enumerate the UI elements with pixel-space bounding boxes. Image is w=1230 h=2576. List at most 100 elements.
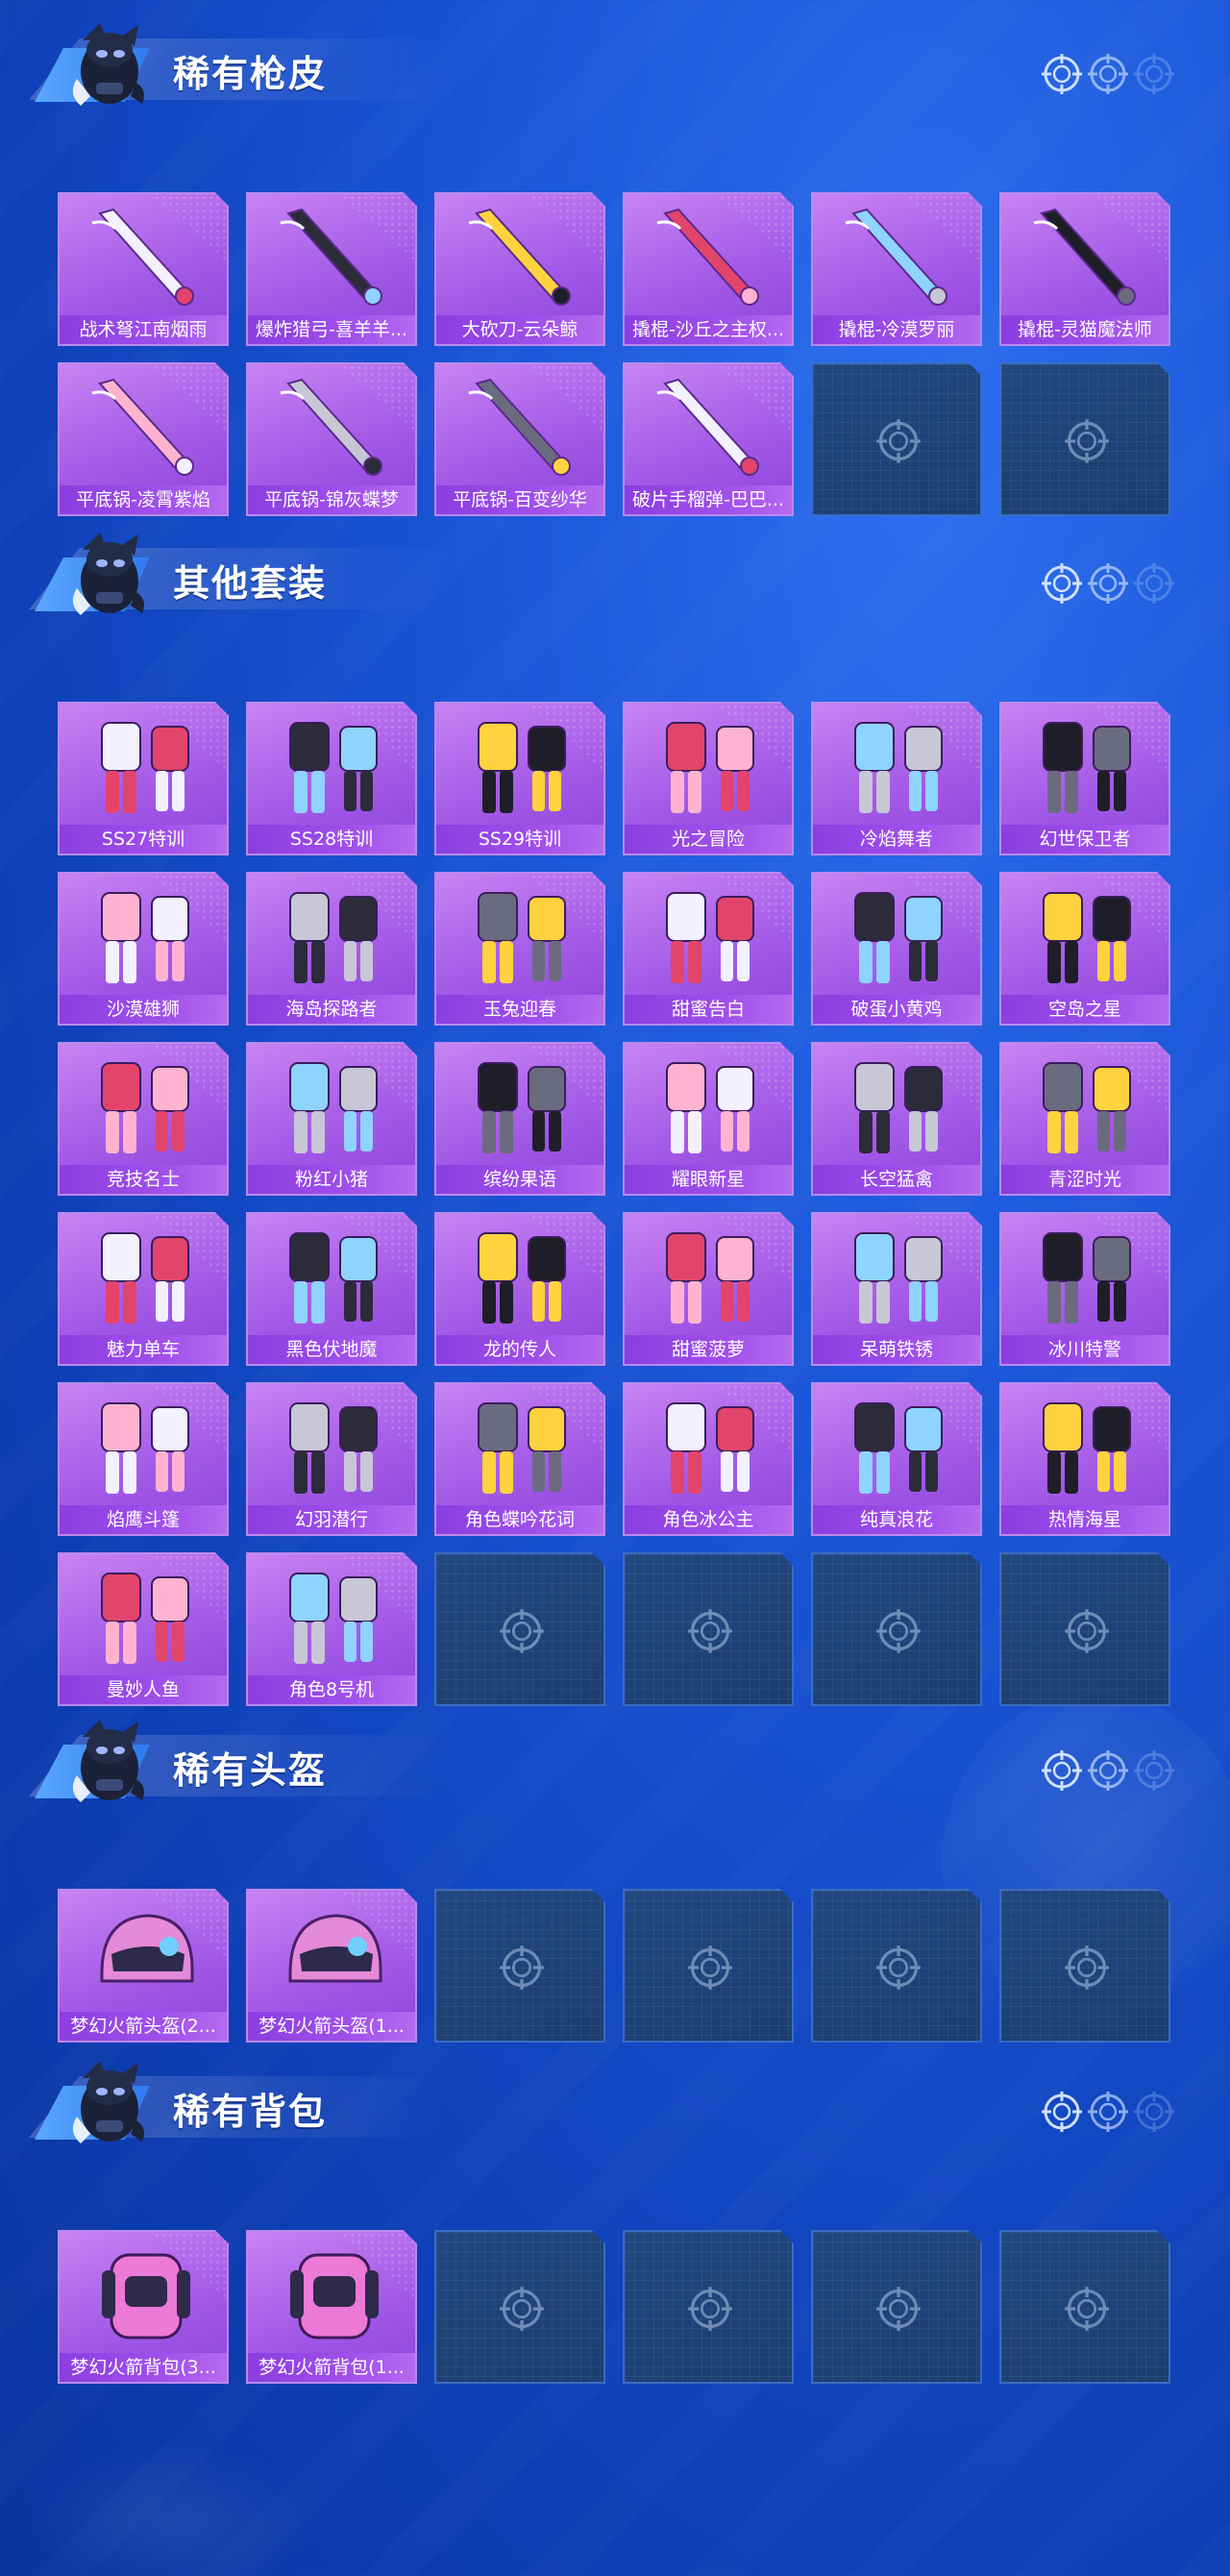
section-pagination xyxy=(1040,2090,1213,2138)
item-card[interactable]: 耀眼新星 xyxy=(623,1042,794,1196)
item-card[interactable]: 甜蜜菠萝 xyxy=(623,1212,794,1366)
weapon-skin-icon xyxy=(468,208,571,306)
outfit-icon xyxy=(101,892,189,983)
empty-slot xyxy=(999,1552,1170,1706)
item-card[interactable]: 玉兔迎春 xyxy=(434,872,605,1026)
item-card[interactable]: 平底锅-锦灰蝶梦 xyxy=(246,362,417,516)
item-card[interactable]: 幻羽潜行 xyxy=(246,1382,417,1536)
item-card[interactable]: 撬棍-灵猫魔法师 xyxy=(999,192,1170,346)
outfit-icon xyxy=(1043,892,1131,983)
item-label: 空岛之星 xyxy=(1001,995,1168,1024)
item-card[interactable]: 长空猛禽 xyxy=(811,1042,982,1196)
reticle-icon xyxy=(1042,563,1082,604)
item-card[interactable]: 黑色伏地魔 xyxy=(246,1212,417,1366)
item-label: 甜蜜菠萝 xyxy=(625,1335,792,1364)
item-label: 梦幻火箭头盔(1... xyxy=(248,2012,415,2041)
item-card[interactable]: 粉红小猪 xyxy=(246,1042,417,1196)
empty-slot xyxy=(434,2230,605,2384)
item-label: 魅力单车 xyxy=(60,1335,227,1364)
item-card[interactable]: 大砍刀-云朵鲸 xyxy=(434,192,605,346)
item-card[interactable]: 平底锅-百变纱华 xyxy=(434,362,605,516)
item-card[interactable]: 梦幻火箭背包(1... xyxy=(246,2230,417,2384)
reticle-icon xyxy=(1088,563,1128,604)
item-card[interactable]: 焰鹰斗篷 xyxy=(58,1382,229,1536)
item-label: 粉红小猪 xyxy=(248,1165,415,1194)
item-card[interactable]: 魅力单车 xyxy=(58,1212,229,1366)
outfit-icon xyxy=(1043,722,1131,813)
item-label: SS28特训 xyxy=(248,825,415,854)
outfit-icon xyxy=(289,892,378,983)
item-card[interactable]: 竞技名士 xyxy=(58,1042,229,1196)
item-card[interactable]: 热情海星 xyxy=(999,1382,1170,1536)
item-card[interactable]: 角色蝶吟花词 xyxy=(434,1382,605,1536)
item-card[interactable]: 破蛋小黄鸡 xyxy=(811,872,982,1026)
item-card[interactable]: 平底锅-凌霄紫焰 xyxy=(58,362,229,516)
item-card[interactable]: 青涩时光 xyxy=(999,1042,1170,1196)
empty-slot xyxy=(623,1889,794,2043)
item-card[interactable]: 冰川特警 xyxy=(999,1212,1170,1366)
item-card[interactable]: 角色冰公主 xyxy=(623,1382,794,1536)
section-pagination xyxy=(1040,52,1213,100)
item-label: 竞技名士 xyxy=(60,1165,227,1194)
weapon-skin-icon xyxy=(91,208,194,306)
item-label: 长空猛禽 xyxy=(813,1165,980,1194)
parachute-decoration xyxy=(29,2441,317,2576)
item-card[interactable]: 撬棍-沙丘之主权... xyxy=(623,192,794,346)
item-label: 焰鹰斗篷 xyxy=(60,1505,227,1534)
weapon-skin-icon xyxy=(91,378,194,476)
item-label: 甜蜜告白 xyxy=(625,995,792,1024)
item-card[interactable]: SS28特训 xyxy=(246,702,417,855)
item-card[interactable]: 幻世保卫者 xyxy=(999,702,1170,855)
item-card[interactable]: 缤纷果语 xyxy=(434,1042,605,1196)
item-card[interactable]: 战术弩江南烟雨 xyxy=(58,192,229,346)
item-grid: 梦幻火箭背包(3... 梦幻火箭背包(1... xyxy=(58,2230,1170,2384)
item-grid: 战术弩江南烟雨 爆炸猎弓-喜羊羊... 大砍刀-云朵鲸 撬棍-沙丘之主权... 撬棍-冷… xyxy=(58,192,1170,516)
item-label: SS27特训 xyxy=(60,825,227,854)
item-label: 耀眼新星 xyxy=(625,1165,792,1194)
section-title: 稀有枪皮 xyxy=(173,53,328,95)
outfit-icon xyxy=(101,1402,189,1494)
mascot-icon xyxy=(72,533,144,615)
crosshair-icon xyxy=(500,2287,544,2331)
outfit-icon xyxy=(854,1402,943,1494)
reticle-icon xyxy=(1134,2092,1174,2132)
crosshair-icon xyxy=(500,1609,544,1653)
item-card[interactable]: SS29特训 xyxy=(434,702,605,855)
item-card[interactable]: 梦幻火箭背包(3... xyxy=(58,2230,229,2384)
item-card[interactable]: 曼妙人鱼 xyxy=(58,1552,229,1706)
item-card[interactable]: 爆炸猎弓-喜羊羊... xyxy=(246,192,417,346)
item-label: SS29特训 xyxy=(436,825,603,854)
crosshair-icon xyxy=(876,1945,921,1990)
item-card[interactable]: 角色8号机 xyxy=(246,1552,417,1706)
outfit-icon xyxy=(289,1232,378,1324)
item-card[interactable]: 梦幻火箭头盔(2... xyxy=(58,1889,229,2043)
item-card[interactable]: 光之冒险 xyxy=(623,702,794,855)
item-card[interactable]: 撬棍-冷漠罗丽 xyxy=(811,192,982,346)
outfit-icon xyxy=(289,722,378,813)
item-label: 光之冒险 xyxy=(625,825,792,854)
outfit-icon xyxy=(1043,1402,1131,1494)
reticle-icon xyxy=(1088,2092,1128,2132)
empty-slot xyxy=(811,2230,982,2384)
item-label: 撬棍-沙丘之主权... xyxy=(625,315,792,344)
item-card[interactable]: 沙漠雄狮 xyxy=(58,872,229,1026)
outfit-icon xyxy=(289,1402,378,1494)
item-card[interactable]: 呆萌铁锈 xyxy=(811,1212,982,1366)
section-4: 稀有背包 梦幻火箭背包(3... 梦幻火箭背包(1... xyxy=(0,2038,1230,2400)
item-label: 幻世保卫者 xyxy=(1001,825,1168,854)
item-card[interactable]: 冷焰舞者 xyxy=(811,702,982,855)
crosshair-icon xyxy=(500,1945,544,1990)
section-1: 稀有枪皮战术弩江南烟雨 爆炸猎弓-喜羊羊... 大砍刀-云朵鲸 撬棍-沙丘之主权...… xyxy=(0,0,1230,533)
item-card[interactable]: 海岛探路者 xyxy=(246,872,417,1026)
section-pagination xyxy=(1040,1748,1213,1796)
item-card[interactable]: SS27特训 xyxy=(58,702,229,855)
item-card[interactable]: 甜蜜告白 xyxy=(623,872,794,1026)
crosshair-icon xyxy=(1065,419,1109,463)
item-card[interactable]: 纯真浪花 xyxy=(811,1382,982,1536)
item-label: 战术弩江南烟雨 xyxy=(60,315,227,344)
item-card[interactable]: 梦幻火箭头盔(1... xyxy=(246,1889,417,2043)
crosshair-icon xyxy=(1065,1609,1109,1653)
item-card[interactable]: 破片手榴弹-巴巴... xyxy=(623,362,794,516)
item-card[interactable]: 空岛之星 xyxy=(999,872,1170,1026)
item-card[interactable]: 龙的传人 xyxy=(434,1212,605,1366)
